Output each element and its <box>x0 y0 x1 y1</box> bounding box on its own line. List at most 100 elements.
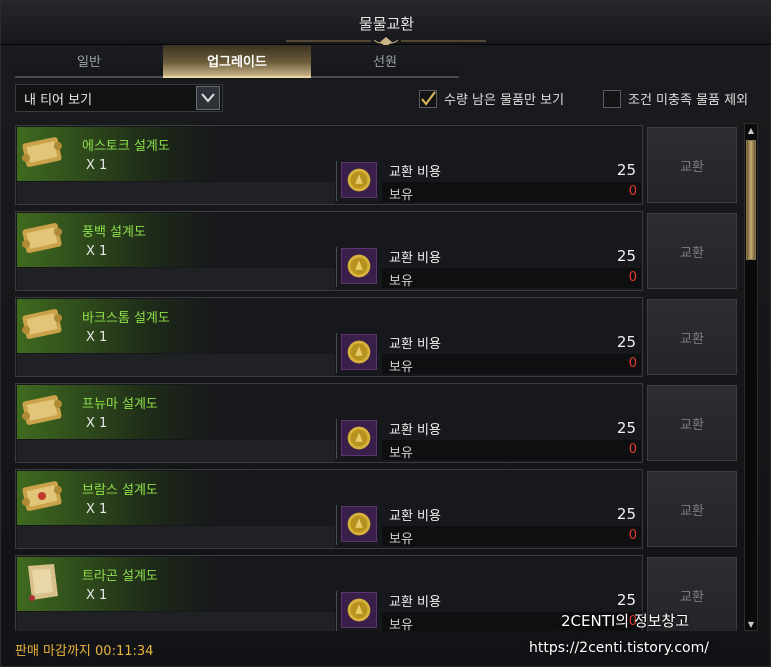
gold-coin-icon <box>341 162 377 198</box>
gold-coin-icon <box>341 506 377 542</box>
item-lower-strip <box>17 526 335 548</box>
cost-value: 25 <box>616 161 636 179</box>
owned-label: 보유 <box>389 532 413 547</box>
item-card: 에스토크 설계도 X 1 교환 비용 25 보유 0 <box>15 125 643 205</box>
filter-remaining-label: 수량 남은 물품만 보기 <box>444 93 565 108</box>
cost-label: 교환 비용 <box>389 251 441 266</box>
sale-deadline-timer: 판매 마감까지 00:11:34 <box>15 644 154 659</box>
exchange-button[interactable]: 교환 <box>647 299 737 375</box>
list-item: 바크스톰 설계도 X 1 교환 비용 25 보유 0 교환 <box>15 297 739 377</box>
owned-value: 0 <box>628 442 637 457</box>
owned-label: 보유 <box>389 274 413 289</box>
item-name: 트라곤 설계도 <box>82 569 158 584</box>
filter-exclude-label: 조건 미충족 물품 제외 <box>628 93 749 108</box>
item-lower-strip <box>17 182 335 204</box>
blueprint-scroll-icon <box>22 223 62 253</box>
owned-label: 보유 <box>389 446 413 461</box>
tab-upgrade[interactable]: 업그레이드 <box>163 45 311 78</box>
item-name: 바크스톰 설계도 <box>82 311 170 326</box>
owned-value: 0 <box>628 356 637 371</box>
item-divider <box>336 505 337 545</box>
tier-dropdown-value: 내 티어 보기 <box>24 92 93 108</box>
window-title: 물물교환 <box>358 15 415 33</box>
gold-coin-icon <box>341 334 377 370</box>
cost-label: 교환 비용 <box>389 423 441 438</box>
filter-exclude-checkbox[interactable] <box>603 89 621 108</box>
tab-bar: 일반 업그레이드 선원 <box>15 45 459 78</box>
list-item: 풍백 설계도 X 1 교환 비용 25 보유 0 교환 <box>15 211 739 291</box>
cost-value: 25 <box>616 591 636 609</box>
owned-row: 보유 0 <box>382 354 641 375</box>
item-lower-strip <box>17 612 335 631</box>
cost-value: 25 <box>616 419 636 437</box>
filter-remaining-checkbox[interactable] <box>419 89 437 108</box>
blueprint-scroll-icon <box>22 309 62 339</box>
list-item: 에스토크 설계도 X 1 교환 비용 25 보유 0 교환 <box>15 125 739 205</box>
cost-value: 25 <box>616 505 636 523</box>
cost-value: 25 <box>616 247 636 265</box>
owned-value: 0 <box>628 270 637 285</box>
item-name: 브람스 설계도 <box>82 483 158 498</box>
owned-row: 보유 0 <box>382 268 641 289</box>
item-divider <box>336 247 337 287</box>
filter-remaining-only[interactable]: 수량 남은 물품만 보기 <box>419 89 564 108</box>
cost-label: 교환 비용 <box>389 595 441 610</box>
item-quantity: X 1 <box>86 244 108 259</box>
blueprint-scroll-icon <box>22 481 62 511</box>
owned-row: 보유 0 <box>382 526 641 547</box>
scroll-down-arrow-icon[interactable]: ▼ <box>745 618 757 630</box>
gold-coin-icon <box>341 248 377 284</box>
exchange-button[interactable]: 교환 <box>647 385 737 461</box>
tab-general[interactable]: 일반 <box>15 45 163 78</box>
item-lower-strip <box>17 268 335 290</box>
blueprint-scroll-icon <box>22 137 62 167</box>
cost-label: 교환 비용 <box>389 165 441 180</box>
list-item: 프뉴마 설계도 X 1 교환 비용 25 보유 0 교환 <box>15 383 739 463</box>
list-scrollbar[interactable]: ▲ ▼ <box>744 123 758 631</box>
owned-label: 보유 <box>389 360 413 375</box>
filter-exclude-unmet[interactable]: 조건 미충족 물품 제외 <box>603 89 748 108</box>
item-list: 에스토크 설계도 X 1 교환 비용 25 보유 0 교환 풍백 설계도 X 1… <box>15 123 739 631</box>
cost-label: 교환 비용 <box>389 337 441 352</box>
watermark-url: https://2centi.tistory.com/ <box>529 640 709 656</box>
item-card: 바크스톰 설계도 X 1 교환 비용 25 보유 0 <box>15 297 643 377</box>
list-item: 브람스 설계도 X 1 교환 비용 25 보유 0 교환 <box>15 469 739 549</box>
item-quantity: X 1 <box>86 416 108 431</box>
watermark-text: 2CENTI의 정보창고 <box>561 612 690 630</box>
owned-row: 보유 0 <box>382 182 641 203</box>
item-quantity: X 1 <box>86 158 108 173</box>
tier-dropdown[interactable]: 내 티어 보기 <box>15 84 223 112</box>
scroll-up-arrow-icon[interactable]: ▲ <box>745 124 757 136</box>
chevron-down-icon[interactable] <box>196 86 220 110</box>
tab-crew[interactable]: 선원 <box>311 45 459 78</box>
item-name: 에스토크 설계도 <box>82 139 170 154</box>
title-bar: 물물교환 <box>1 1 771 47</box>
barter-window: 물물교환 일반 업그레이드 선원 내 티어 보기 수량 남은 물품만 보기 조건… <box>0 0 771 667</box>
item-lower-strip <box>17 440 335 462</box>
exchange-button[interactable]: 교환 <box>647 471 737 547</box>
cost-label: 교환 비용 <box>389 509 441 524</box>
checkmark-icon <box>421 90 436 106</box>
item-quantity: X 1 <box>86 330 108 345</box>
exchange-button[interactable]: 교환 <box>647 127 737 203</box>
item-divider <box>336 333 337 373</box>
item-card: 트라곤 설계도 X 1 교환 비용 25 보유 0 <box>15 555 643 631</box>
owned-value: 0 <box>628 528 637 543</box>
item-card: 브람스 설계도 X 1 교환 비용 25 보유 0 <box>15 469 643 549</box>
blueprint-scroll-icon <box>22 395 62 425</box>
owned-label: 보유 <box>389 618 413 631</box>
owned-row: 보유 0 <box>382 440 641 461</box>
gold-coin-icon <box>341 592 377 628</box>
item-name: 풍백 설계도 <box>82 225 146 240</box>
item-divider <box>336 161 337 201</box>
parchment-scroll-icon <box>28 564 58 601</box>
item-name: 프뉴마 설계도 <box>82 397 158 412</box>
item-quantity: X 1 <box>86 588 108 603</box>
scroll-thumb[interactable] <box>746 140 756 260</box>
item-card: 프뉴마 설계도 X 1 교환 비용 25 보유 0 <box>15 383 643 463</box>
owned-label: 보유 <box>389 188 413 203</box>
owned-value: 0 <box>628 184 637 199</box>
item-divider <box>336 419 337 459</box>
item-card: 풍백 설계도 X 1 교환 비용 25 보유 0 <box>15 211 643 291</box>
exchange-button[interactable]: 교환 <box>647 213 737 289</box>
